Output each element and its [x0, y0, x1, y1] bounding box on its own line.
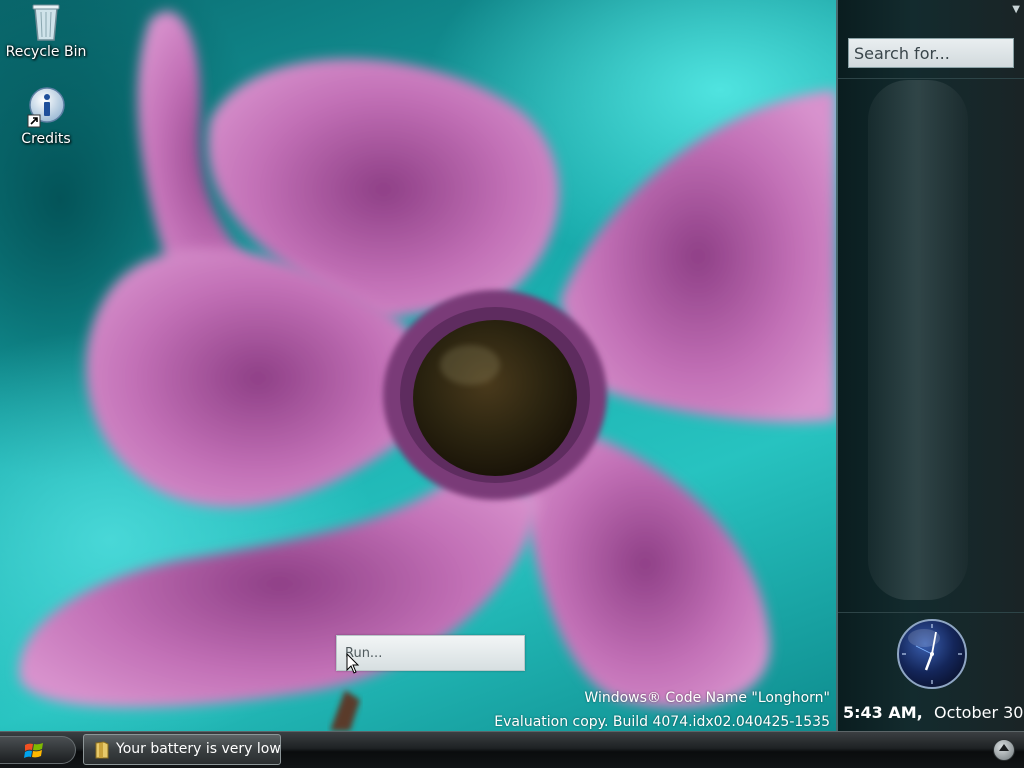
desktop-icon-label: Credits	[21, 131, 71, 147]
sidebar-sheen	[868, 80, 968, 600]
windows-flag-icon	[24, 743, 43, 758]
tray-expand-button[interactable]	[993, 739, 1015, 761]
desktop-icon-label: Recycle Bin	[5, 44, 87, 60]
sidebar-divider	[838, 78, 1024, 79]
flower-wallpaper-art	[19, 11, 836, 731]
taskbar-item-battery-warning[interactable]: Your battery is very low	[83, 734, 281, 765]
clock-time-text: 5:43 AM,	[843, 703, 923, 722]
analog-clock-icon[interactable]	[896, 618, 968, 690]
desktop-wallpaper[interactable]	[0, 0, 836, 731]
build-watermark: Windows® Code Name "Longhorn" Evaluation…	[494, 686, 830, 734]
run-command-box[interactable]: Run...	[336, 635, 525, 671]
taskbar: Your battery is very low	[0, 731, 1024, 768]
sidebar-search-input[interactable]	[848, 38, 1014, 68]
sidebar-divider	[838, 612, 1024, 613]
sidebar-menu-arrow-icon[interactable]: ▼	[1012, 4, 1020, 15]
sidebar-panel: ▼ 5:43 AM,	[836, 0, 1024, 731]
clock-date-text: October 30	[934, 703, 1024, 722]
start-button[interactable]	[0, 736, 76, 764]
desktop-icon-credits[interactable]: Credits	[1, 87, 91, 147]
info-shortcut-icon	[27, 87, 65, 128]
desktop-icon-recycle-bin[interactable]: Recycle Bin	[1, 0, 91, 60]
taskbar-item-label: Your battery is very low	[116, 741, 281, 757]
watermark-line-product: Windows® Code Name "Longhorn"	[584, 690, 830, 706]
desktop-screen: Recycle Bin Credits Run... Windows® Code…	[0, 0, 1024, 768]
chevron-up-icon	[999, 744, 1009, 751]
recycle-bin-icon	[32, 4, 60, 41]
battery-folder-icon	[95, 741, 109, 759]
mouse-cursor-icon	[346, 653, 360, 674]
